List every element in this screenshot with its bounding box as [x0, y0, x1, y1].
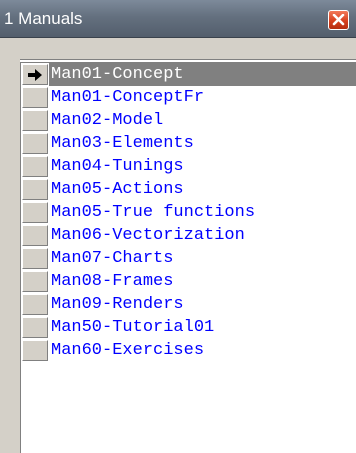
row-marker[interactable]: [22, 133, 48, 154]
window-title: 1 Manuals: [4, 9, 83, 28]
list-item[interactable]: Man08-Frames: [21, 270, 356, 293]
current-row-arrow-icon: [28, 69, 42, 81]
list-item-label[interactable]: Man60-Exercises: [51, 339, 204, 362]
list-item-label[interactable]: Man07-Charts: [51, 247, 173, 270]
manuals-list[interactable]: Man01-Concept Man01-ConceptFr Man02-Mode…: [20, 62, 356, 453]
list-item[interactable]: Man50-Tutorial01: [21, 316, 356, 339]
list-item-label[interactable]: Man08-Frames: [51, 270, 173, 293]
list-item[interactable]: Man60-Exercises: [21, 339, 356, 362]
list-item-label[interactable]: Man09-Renders: [51, 293, 184, 316]
list-item[interactable]: Man06-Vectorization: [21, 224, 356, 247]
row-marker[interactable]: [22, 202, 48, 223]
row-marker[interactable]: [22, 271, 48, 292]
list-item-label[interactable]: Man01-Concept: [51, 63, 184, 86]
list-item[interactable]: Man04-Tunings: [21, 155, 356, 178]
list-item[interactable]: Man01-ConceptFr: [21, 86, 356, 109]
row-marker[interactable]: [22, 248, 48, 269]
row-marker[interactable]: [22, 87, 48, 108]
row-marker[interactable]: [22, 64, 48, 85]
list-item-label[interactable]: Man02-Model: [51, 109, 163, 132]
row-marker[interactable]: [22, 179, 48, 200]
close-button[interactable]: [328, 10, 349, 30]
row-marker[interactable]: [22, 317, 48, 338]
row-marker[interactable]: [22, 340, 48, 361]
list-item[interactable]: Man01-Concept: [21, 63, 356, 86]
list-item[interactable]: Man02-Model: [21, 109, 356, 132]
list-item[interactable]: Man07-Charts: [21, 247, 356, 270]
close-icon: [332, 14, 345, 26]
list-item-label[interactable]: Man05-Actions: [51, 178, 184, 201]
list-item[interactable]: Man05-True functions: [21, 201, 356, 224]
manuals-window: 1 Manuals Man01-Concept Man01-ConceptFr …: [0, 0, 356, 453]
list-item-label[interactable]: Man01-ConceptFr: [51, 86, 204, 109]
row-marker[interactable]: [22, 225, 48, 246]
list-item[interactable]: Man03-Elements: [21, 132, 356, 155]
list-item[interactable]: Man05-Actions: [21, 178, 356, 201]
row-marker[interactable]: [22, 156, 48, 177]
row-marker[interactable]: [22, 110, 48, 131]
list-item-label[interactable]: Man50-Tutorial01: [51, 316, 214, 339]
list-item-label[interactable]: Man03-Elements: [51, 132, 194, 155]
row-marker[interactable]: [22, 294, 48, 315]
list-item-label[interactable]: Man04-Tunings: [51, 155, 184, 178]
list-item-label[interactable]: Man05-True functions: [51, 201, 255, 224]
list-item-label[interactable]: Man06-Vectorization: [51, 224, 245, 247]
list-item[interactable]: Man09-Renders: [21, 293, 356, 316]
title-bar[interactable]: 1 Manuals: [0, 0, 356, 38]
